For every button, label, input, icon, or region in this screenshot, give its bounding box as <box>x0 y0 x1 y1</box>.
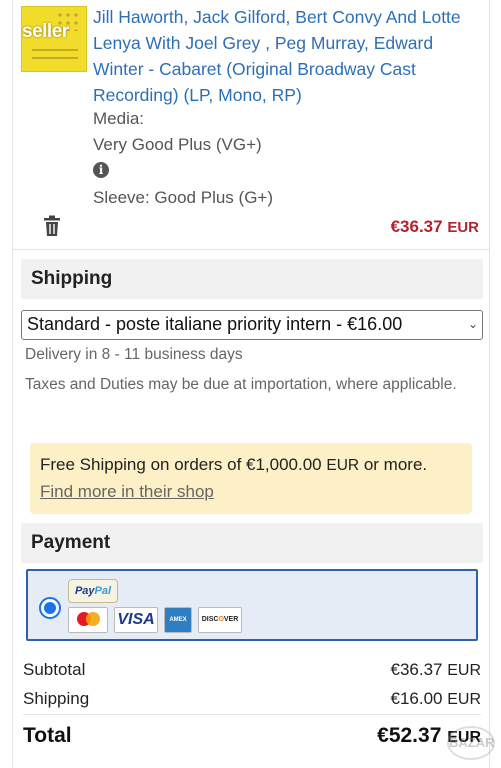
item-thumbnail[interactable]: seller <box>21 6 87 72</box>
payment-option-paypal[interactable]: PayPal VISA AMEX DISCOVER <box>26 569 478 641</box>
trash-icon[interactable] <box>43 215 61 237</box>
discover-logo: DISCOVER <box>198 607 242 633</box>
watermark-logo: BAZAR <box>447 726 495 760</box>
payment-heading: Payment <box>21 523 483 563</box>
thumbnail-art-lines <box>32 49 78 59</box>
subtotal-row: Subtotal €36.37 EUR <box>23 660 481 680</box>
sleeve-condition: Sleeve: Good Plus (G+) <box>93 188 274 207</box>
total-row: Total €52.37 EUR <box>23 724 481 748</box>
mastercard-logo <box>68 607 108 633</box>
free-shipping-suffix: or more. <box>363 455 428 474</box>
shipping-row: Shipping €16.00 EUR <box>23 689 481 709</box>
free-shipping-notice: Free Shipping on orders of €1,000.00 EUR… <box>30 443 472 514</box>
shipping-currency: EUR <box>447 691 481 708</box>
shipping-method-value: Standard - poste italiane priority inter… <box>27 314 403 334</box>
shipping-label: Shipping <box>23 689 90 708</box>
delivery-estimate: Delivery in 8 - 11 business days <box>25 346 243 363</box>
chevron-down-icon: ⌄ <box>467 317 478 331</box>
subtotal-currency: EUR <box>447 662 481 679</box>
shipping-method-select[interactable]: Standard - poste italiane priority inter… <box>21 310 483 340</box>
item-price: €36.37 EUR <box>391 217 479 237</box>
media-condition: Very Good Plus (VG+) <box>93 135 262 154</box>
total-amount: €52.37 <box>377 724 442 747</box>
seller-badge: seller <box>22 21 69 42</box>
subtotal-value: €36.37 EUR <box>390 660 481 680</box>
item-price-value: €36.37 <box>390 217 443 236</box>
shipping-heading: Shipping <box>21 259 483 299</box>
cart-item: seller Jill Haworth, Jack Gilford, Bert … <box>13 0 489 250</box>
free-shipping-currency: EUR <box>326 457 360 474</box>
paypal-logo: PayPal <box>68 579 118 603</box>
subtotal-label: Subtotal <box>23 660 86 679</box>
shipping-amount: €16.00 <box>390 689 443 708</box>
info-icon[interactable]: i <box>93 162 109 178</box>
visa-logo: VISA <box>114 607 158 633</box>
free-shipping-text: Free Shipping on orders of €1,000.00 EUR… <box>40 452 462 479</box>
media-label: Media: <box>93 109 145 128</box>
checkout-page: seller Jill Haworth, Jack Gilford, Bert … <box>12 0 490 768</box>
payment-radio[interactable] <box>39 597 61 619</box>
summary-divider <box>23 714 481 715</box>
item-title-link[interactable]: Jill Haworth, Jack Gilford, Bert Convy A… <box>93 4 488 108</box>
amex-logo: AMEX <box>164 607 192 633</box>
item-price-currency: EUR <box>447 219 479 236</box>
find-more-link[interactable]: Find more in their shop <box>40 479 462 505</box>
shipping-value: €16.00 EUR <box>390 689 481 709</box>
free-shipping-threshold: Free Shipping on orders of €1,000.00 <box>40 455 322 474</box>
taxes-note: Taxes and Duties may be due at importati… <box>25 376 457 393</box>
subtotal-amount: €36.37 <box>390 660 443 679</box>
total-label: Total <box>23 724 72 747</box>
